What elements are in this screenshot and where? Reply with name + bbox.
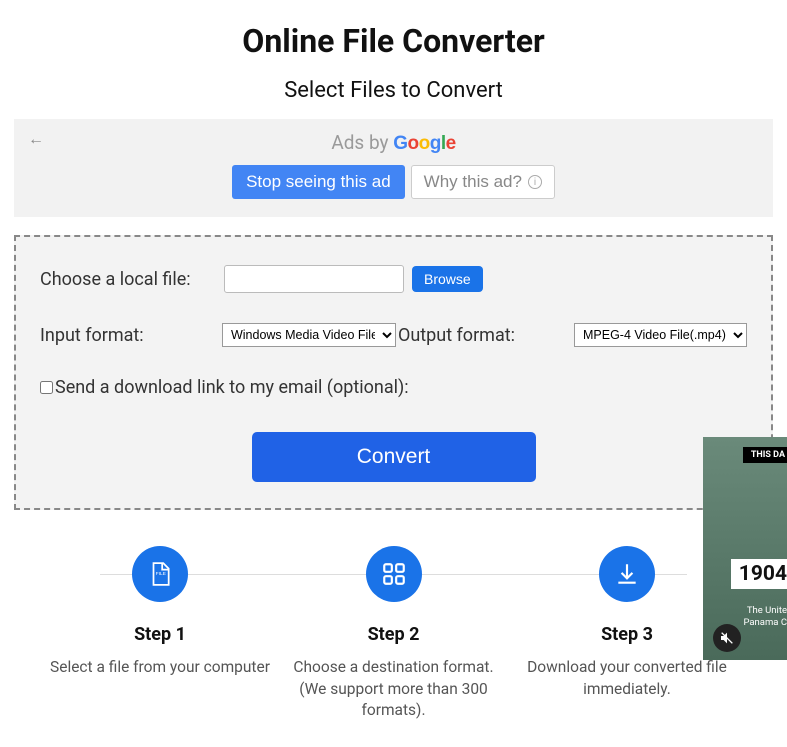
email-label[interactable]: Send a download link to my email (option… (55, 377, 409, 398)
ad-label-prefix: Ads by (331, 131, 393, 154)
video-caption: The Unite Panama C (743, 605, 787, 630)
page-title: Online File Converter (0, 22, 787, 60)
convert-button[interactable]: Convert (252, 432, 536, 482)
step-3-title: Step 3 (517, 624, 737, 645)
input-format-select[interactable]: Windows Media Video File(.wmv) (222, 323, 396, 347)
video-banner-text: THIS DA (743, 447, 787, 463)
step-1-title: Step 1 (50, 624, 270, 645)
download-icon (599, 546, 655, 602)
step-2: Step 2 Choose a destination format. (We … (284, 546, 504, 722)
step-3-desc: Download your converted file immediately… (517, 657, 737, 700)
step-1: FILE Step 1 Select a file from your comp… (50, 546, 270, 722)
step-1-desc: Select a file from your computer (50, 657, 270, 679)
info-icon: i (528, 175, 542, 189)
browse-button[interactable]: Browse (412, 266, 483, 292)
output-format-select[interactable]: MPEG-4 Video File(.mp4) (574, 323, 747, 347)
stop-seeing-ad-button[interactable]: Stop seeing this ad (232, 165, 405, 199)
svg-text:FILE: FILE (156, 571, 167, 577)
input-format-label: Input format: (40, 325, 222, 346)
file-icon: FILE (132, 546, 188, 602)
converter-form: Choose a local file: Browse Input format… (14, 235, 773, 510)
email-checkbox[interactable] (40, 381, 53, 394)
grid-icon (366, 546, 422, 602)
step-3: Step 3 Download your converted file imme… (517, 546, 737, 722)
steps-container: FILE Step 1 Select a file from your comp… (50, 546, 737, 722)
why-this-ad-button[interactable]: Why this ad? i (411, 165, 555, 199)
step-2-desc: Choose a destination format. (We support… (284, 657, 504, 722)
output-format-label: Output format: (398, 325, 574, 346)
ad-container: ← Ads by Google Stop seeing this ad Why … (14, 119, 773, 217)
video-year: 1904 (731, 559, 787, 589)
step-2-title: Step 2 (284, 624, 504, 645)
page-subtitle: Select Files to Convert (0, 78, 787, 103)
ad-label: Ads by Google (14, 131, 773, 155)
choose-file-label: Choose a local file: (40, 269, 224, 290)
file-path-input[interactable] (224, 265, 404, 293)
google-logo: Google (393, 133, 455, 154)
back-arrow-icon[interactable]: ← (28, 129, 44, 149)
why-this-ad-label: Why this ad? (424, 172, 522, 192)
